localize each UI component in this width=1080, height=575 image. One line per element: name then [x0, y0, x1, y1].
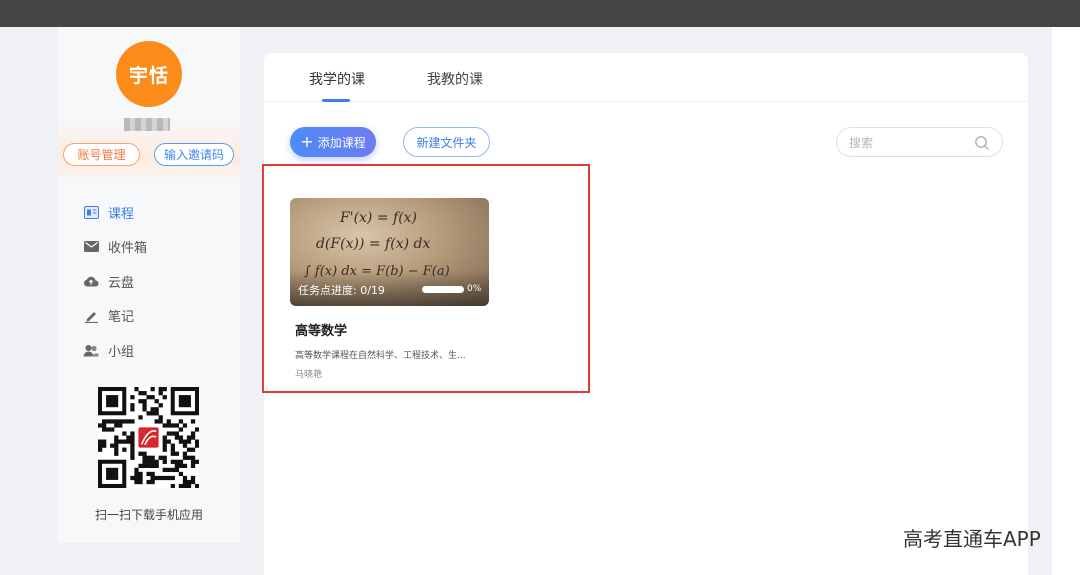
course-teacher: 马晓艳 [295, 370, 323, 380]
username-blurred [124, 118, 170, 131]
watermark: 高考直通车APP [903, 527, 1041, 551]
sidebar-item-notes[interactable]: 笔记 [58, 299, 240, 334]
add-course-button[interactable]: + 添加课程 [290, 127, 376, 157]
add-course-label: 添加课程 [317, 135, 366, 150]
main-panel: 我学的课 我教的课 + 添加课程 新建文件夹 F'(x) = f(x) d(F(… [262, 53, 1028, 575]
cover-formula: F'(x) = f(x) [340, 210, 418, 226]
sidebar-item-label: 笔记 [108, 310, 135, 326]
group-icon [83, 342, 99, 358]
enter-invite-code-button[interactable]: 输入邀请码 [154, 143, 234, 166]
sidebar-item-label: 课程 [108, 206, 135, 222]
right-margin [1052, 27, 1080, 575]
sidebar-item-course[interactable]: 课程 [58, 195, 240, 230]
course-card[interactable]: F'(x) = f(x) d(F(x)) = f(x) dx ∫ f(x) dx… [290, 198, 490, 383]
sidebar: 宇恬 账号管理 输入邀请码 课程 收件箱 云盘 笔记 小组 扫一扫下载手机应用 [58, 27, 240, 543]
course-cover[interactable]: F'(x) = f(x) d(F(x)) = f(x) dx ∫ f(x) dx… [290, 198, 489, 306]
course-tabs: 我学的课 我教的课 [264, 53, 1028, 102]
active-tab-indicator [322, 99, 350, 102]
task-progress-label: 任务点进度: 0/19 [298, 284, 385, 297]
search-icon[interactable] [974, 135, 990, 151]
qr-caption: 扫一扫下载手机应用 [94, 508, 203, 522]
sidebar-item-label: 云盘 [108, 275, 135, 291]
note-pen-icon [83, 308, 99, 324]
avatar[interactable]: 宇恬 [116, 41, 182, 107]
progress-bar [422, 286, 464, 293]
sidebar-item-group[interactable]: 小组 [58, 333, 240, 368]
course-title[interactable]: 高等数学 [295, 320, 347, 339]
tab-my-learning[interactable]: 我学的课 [309, 69, 365, 89]
cloud-upload-icon [83, 273, 99, 289]
sidebar-nav: 课程 收件箱 云盘 笔记 小组 [58, 195, 240, 368]
account-management-button[interactable]: 账号管理 [63, 143, 140, 166]
sidebar-item-label: 收件箱 [108, 241, 148, 257]
sidebar-item-cloud[interactable]: 云盘 [58, 264, 240, 299]
plus-icon: + [300, 132, 314, 151]
qr-code [98, 387, 199, 488]
browser-top-bar [0, 0, 1080, 27]
new-folder-button[interactable]: 新建文件夹 [403, 127, 490, 157]
search-input[interactable] [849, 134, 969, 152]
cover-formula: d(F(x)) = f(x) dx [316, 236, 431, 252]
mail-icon [83, 239, 99, 255]
course-icon [83, 204, 99, 220]
sidebar-item-inbox[interactable]: 收件箱 [58, 230, 240, 265]
progress-percent: 0% [467, 284, 482, 294]
search-box [836, 127, 1003, 157]
tab-my-teaching[interactable]: 我教的课 [427, 69, 483, 89]
sidebar-item-label: 小组 [108, 344, 135, 360]
course-description: 高等数学课程在自然科学、工程技术、生... [295, 351, 466, 361]
